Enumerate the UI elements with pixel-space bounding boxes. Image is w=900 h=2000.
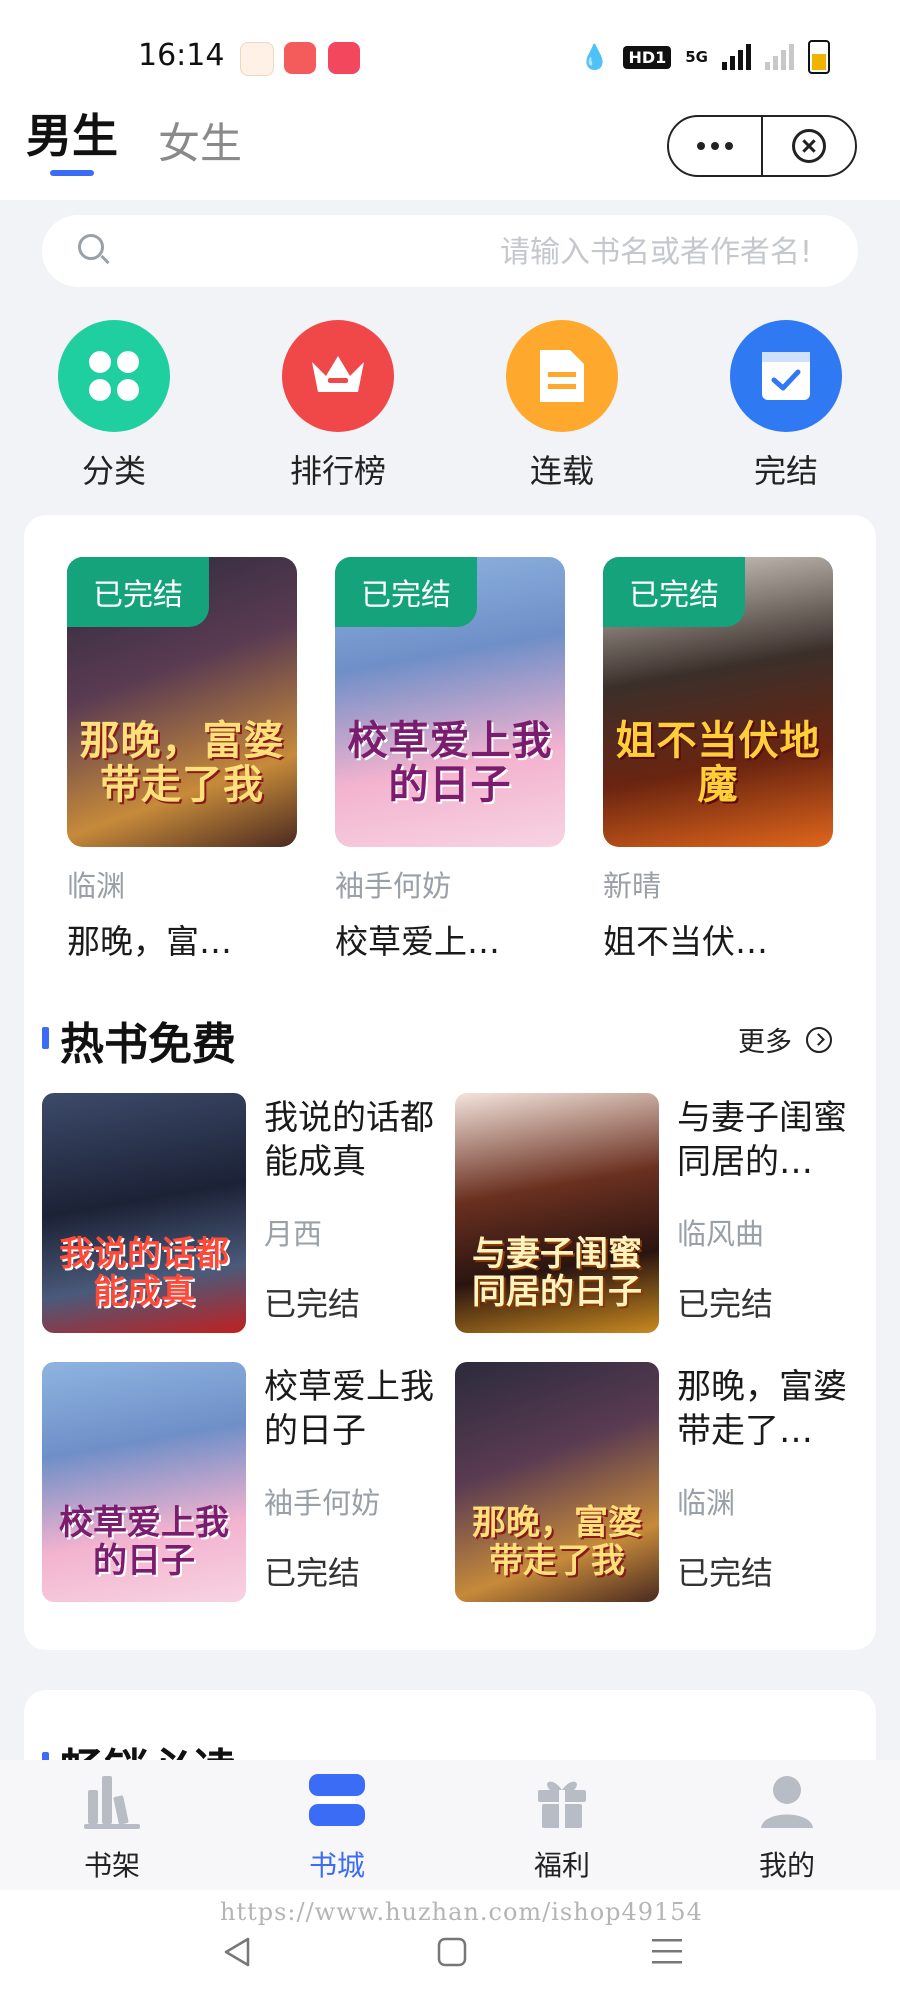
recent-apps-icon[interactable] xyxy=(650,1934,684,1968)
book-cover: 校草爱上我的日子 已完结 xyxy=(335,557,565,847)
book-title: 校草爱上我的日子 xyxy=(264,1367,434,1451)
completed-book-card[interactable]: 那晚，富婆带走了我 已完结 临渊 那晚，富… xyxy=(67,557,297,963)
nav-label: 书城 xyxy=(308,1849,365,1882)
category-serializing[interactable]: 连载 xyxy=(482,320,642,492)
book-status: 已完结 xyxy=(264,1285,361,1323)
book-cover: 校草爱上我的日子 xyxy=(42,1362,246,1602)
calendar-check-icon xyxy=(730,320,842,432)
tab-male[interactable]: 男生 xyxy=(26,100,118,166)
active-tab-indicator xyxy=(50,170,94,176)
book-cover: 我说的话都能成真 xyxy=(42,1093,246,1333)
more-dots-icon xyxy=(697,142,733,150)
video-notification-icon xyxy=(328,42,360,74)
book-title: 那晚，富… xyxy=(67,922,232,961)
nav-label: 福利 xyxy=(533,1849,590,1882)
miniprogram-capsule xyxy=(667,115,857,177)
book-status: 已完结 xyxy=(677,1554,774,1592)
nav-profile[interactable]: 我的 xyxy=(712,1770,862,1884)
book-title: 我说的话都能成真 xyxy=(264,1098,434,1182)
nav-bookshelf[interactable]: 书架 xyxy=(37,1770,187,1884)
app-notification-icon xyxy=(240,42,274,76)
hot-book-item[interactable]: 那晚，富婆带走了我 那晚，富婆带走了… 临渊 已完结 xyxy=(455,1362,847,1602)
battery-icon xyxy=(808,40,830,74)
signal-icon xyxy=(722,44,751,70)
chevron-right-circle-icon xyxy=(806,1026,832,1053)
book-author: 临风曲 xyxy=(677,1217,765,1251)
book-author: 新晴 xyxy=(603,869,662,903)
book-cover: 那晚，富婆带走了我 xyxy=(455,1362,659,1602)
nav-welfare[interactable]: 福利 xyxy=(487,1770,637,1884)
cover-title-art: 校草爱上我的日子 xyxy=(59,1503,229,1581)
network-label: 5G xyxy=(685,48,708,66)
close-miniprogram-button[interactable] xyxy=(763,117,855,175)
document-icon xyxy=(506,320,618,432)
hot-book-item[interactable]: 我说的话都能成真 我说的话都能成真 月西 已完结 xyxy=(42,1093,434,1333)
app-notification-icon xyxy=(284,42,316,74)
hd-badge: HD1 xyxy=(623,45,672,69)
hot-book-item[interactable]: 与妻子闺蜜同居的日子 与妻子闺蜜同居的… 临风曲 已完结 xyxy=(455,1093,847,1333)
category-label: 分类 xyxy=(81,452,146,490)
book-cover: 姐不当伏地魔 已完结 xyxy=(603,557,833,847)
cover-title-art: 校草爱上我的日子 xyxy=(347,718,553,808)
book-title: 姐不当伏… xyxy=(603,922,768,961)
nav-label: 书架 xyxy=(83,1849,140,1882)
section-marker xyxy=(42,1027,49,1049)
book-title: 校草爱上… xyxy=(335,922,500,961)
crown-icon xyxy=(282,320,394,432)
book-author: 月西 xyxy=(264,1217,323,1251)
close-icon xyxy=(792,129,826,163)
book-title: 与妻子闺蜜同居的… xyxy=(677,1098,847,1182)
bookstore-icon xyxy=(309,1774,365,1826)
category-completed[interactable]: 完结 xyxy=(706,320,866,492)
book-author: 临渊 xyxy=(67,869,126,903)
hot-book-item[interactable]: 校草爱上我的日子 校草爱上我的日子 袖手何妨 已完结 xyxy=(42,1362,434,1602)
category-ranking[interactable]: 排行榜 xyxy=(258,320,418,492)
profile-icon xyxy=(761,1776,813,1828)
gift-icon xyxy=(538,1781,586,1828)
more-options-button[interactable] xyxy=(669,117,761,175)
drop-icon: 💧 xyxy=(579,43,610,71)
back-icon[interactable] xyxy=(222,1935,252,1969)
completed-badge: 已完结 xyxy=(67,557,209,627)
tab-female[interactable]: 女生 xyxy=(158,110,242,171)
cover-title-art: 姐不当伏地魔 xyxy=(615,718,821,808)
book-cover: 那晚，富婆带走了我 已完结 xyxy=(67,557,297,847)
completed-book-card[interactable]: 姐不当伏地魔 已完结 新晴 姐不当伏… xyxy=(603,557,833,963)
signal-weak-icon xyxy=(765,44,794,70)
book-title: 那晚，富婆带走了… xyxy=(677,1367,847,1451)
book-status: 已完结 xyxy=(264,1554,361,1592)
category-label: 完结 xyxy=(753,452,818,490)
category-label: 连载 xyxy=(529,452,594,490)
grid-icon xyxy=(58,320,170,432)
completed-badge: 已完结 xyxy=(603,557,745,627)
more-link[interactable]: 更多 xyxy=(738,1020,832,1059)
completed-badge: 已完结 xyxy=(335,557,477,627)
search-icon xyxy=(78,234,104,260)
book-cover: 与妻子闺蜜同居的日子 xyxy=(455,1093,659,1333)
cover-title-art: 与妻子闺蜜同居的日子 xyxy=(472,1234,642,1312)
status-indicators: 💧 HD1 5G xyxy=(580,40,830,74)
category-classify[interactable]: 分类 xyxy=(34,320,194,492)
nav-label: 我的 xyxy=(758,1849,815,1882)
search-input[interactable] xyxy=(130,220,814,284)
book-author: 袖手何妨 xyxy=(335,869,452,903)
more-label: 更多 xyxy=(738,1027,792,1058)
book-status: 已完结 xyxy=(677,1285,774,1323)
cover-title-art: 那晚，富婆带走了我 xyxy=(472,1503,642,1581)
bookshelf-icon xyxy=(84,1776,140,1829)
completed-book-card[interactable]: 校草爱上我的日子 已完结 袖手何妨 校草爱上… xyxy=(335,557,565,963)
cover-title-art: 那晚，富婆带走了我 xyxy=(79,718,285,808)
category-label: 排行榜 xyxy=(289,452,386,490)
nav-bookstore[interactable]: 书城 xyxy=(262,1770,412,1884)
section-title-hot-free: 热书免费 xyxy=(60,1019,236,1070)
book-author: 临渊 xyxy=(677,1486,736,1520)
watermark-text: https://www.huzhan.com/ishop49154 xyxy=(220,1898,703,1926)
status-time: 16:14 xyxy=(138,38,225,73)
cover-title-art: 我说的话都能成真 xyxy=(59,1234,229,1312)
book-author: 袖手何妨 xyxy=(264,1486,381,1520)
home-icon[interactable] xyxy=(436,1936,468,1968)
